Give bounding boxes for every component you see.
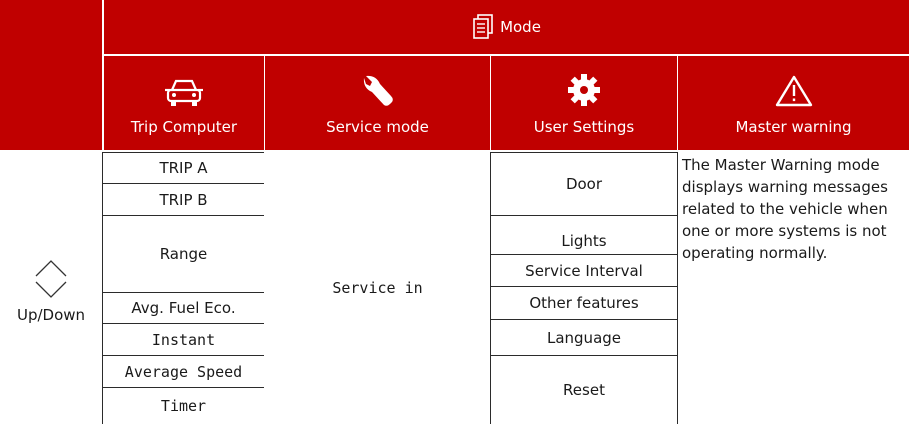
mode-label: Mode (500, 18, 541, 36)
list-item: TRIP B (102, 183, 265, 216)
col-label-user-settings: User Settings (533, 118, 635, 136)
list-item: Service Interval (490, 254, 678, 287)
list-item: TRIP A (102, 152, 265, 184)
col-label-service-mode: Service mode (326, 118, 429, 136)
list-item: Instant (102, 323, 265, 356)
service-in-cell: Service in (264, 152, 491, 424)
up-down-row-label: Up/Down (0, 153, 102, 427)
car-icon (165, 79, 203, 106)
col-label-master-warning: Master warning (735, 118, 852, 136)
mode-title: Mode (104, 0, 909, 54)
up-down-arrows-icon (35, 260, 67, 298)
col-head-master-warning: Master warning (678, 56, 909, 150)
list-item: Timer (102, 387, 265, 424)
gear-icon (568, 74, 600, 106)
header-left-block (0, 0, 102, 150)
master-warning-description: The Master Warning mode displays warning… (682, 156, 888, 262)
up-down-label: Up/Down (16, 306, 86, 324)
list-item: Lights (490, 215, 678, 255)
list-item: Door (490, 152, 678, 216)
col-head-service-mode: Service mode (265, 56, 490, 150)
list-item: Other features (490, 286, 678, 320)
col-label-trip-computer: Trip Computer (130, 118, 238, 136)
col-head-trip-computer: Trip Computer (104, 56, 264, 150)
col-head-user-settings: User Settings (491, 56, 677, 150)
list-item: Avg. Fuel Eco. (102, 292, 265, 324)
list-item: Range (102, 215, 265, 293)
list-item: Language (490, 319, 678, 356)
warning-triangle-icon (775, 75, 812, 107)
list-item: Average Speed (102, 355, 265, 388)
list-item: Reset (490, 355, 678, 424)
document-icon (473, 14, 493, 39)
wrench-icon (363, 75, 393, 106)
